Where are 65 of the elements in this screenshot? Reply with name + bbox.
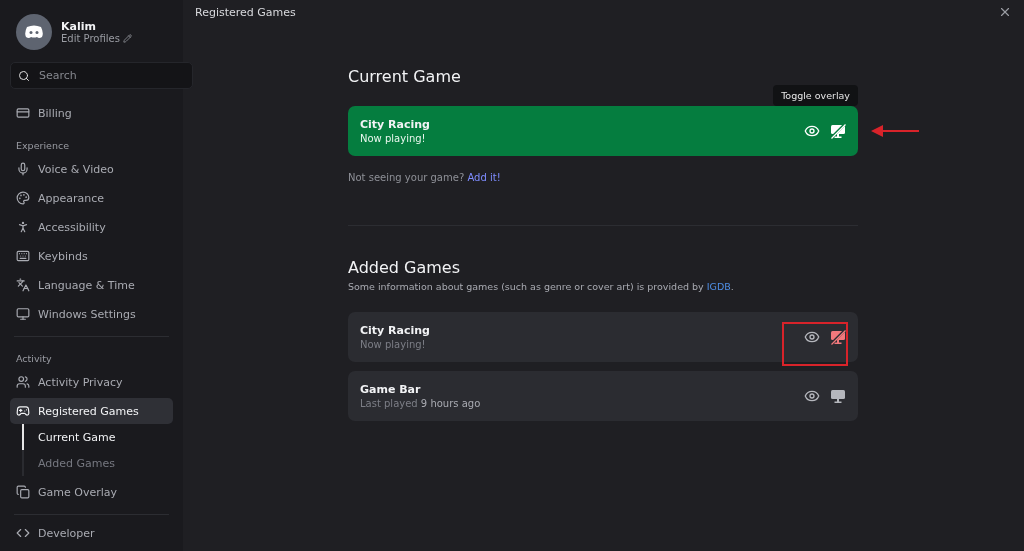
sidebar-item-label: Windows Settings [38, 307, 136, 321]
section-heading: Current Game [348, 67, 462, 86]
game-name: City Racing [360, 118, 430, 131]
gamepad-icon [16, 404, 30, 418]
sidebar-item[interactable]: Windows Settings [10, 301, 173, 327]
sidebar-item[interactable]: Language & Time [10, 272, 173, 298]
sidebar-item[interactable]: Game Overlay [10, 479, 173, 505]
sidebar-item-label: Language & Time [38, 278, 135, 292]
profile-name: Kalim [61, 20, 97, 33]
person-icon [16, 220, 30, 234]
keyboard-icon [16, 249, 30, 263]
avatar[interactable] [16, 14, 52, 50]
edit-profiles-link[interactable]: Edit Profiles [61, 33, 120, 44]
game-name: City Racing [360, 324, 430, 337]
eye-icon[interactable] [804, 388, 820, 404]
game-status: Last played 9 hours ago [360, 398, 481, 409]
close-icon[interactable] [998, 5, 1012, 19]
page-title: Registered Games [195, 5, 296, 19]
pencil-icon [122, 34, 132, 43]
tooltip: Toggle overlay [773, 85, 858, 106]
game-name: Game Bar [360, 383, 422, 396]
sidebar-item[interactable]: Activity Privacy [10, 369, 173, 395]
avatar-icon [24, 25, 44, 39]
sidebar-item-label: Appearance [38, 191, 105, 205]
translate-icon [16, 278, 30, 292]
search-icon [18, 70, 30, 82]
sidebar-subitem[interactable]: Current Game [22, 424, 173, 450]
sidebar-item-label: Voice & Video [38, 162, 114, 176]
search-field[interactable]: Search [10, 62, 193, 89]
sidebar-subitem[interactable]: Added Games [22, 450, 173, 476]
monitor-icon[interactable] [830, 388, 846, 404]
add-it-link[interactable]: Add it! [467, 172, 501, 183]
sidebar-item[interactable]: Developer [10, 520, 173, 546]
eye-icon[interactable] [804, 329, 820, 345]
section-heading: Added Games [348, 258, 462, 277]
sidebar-item[interactable]: Registered Games [10, 398, 173, 424]
section-header: Experience [15, 139, 70, 153]
info-text: Some information about games (such as genre or cover art) is provided by IGDB. [348, 281, 735, 292]
sidebar-item-label: Accessibility [38, 220, 106, 234]
sidebar-item[interactable]: Billing [10, 100, 173, 126]
sidebar-item-label: Developer [38, 526, 95, 540]
card-icon [16, 106, 30, 120]
help-text: Not seeing your game? Add it! [348, 172, 502, 183]
palette-icon [16, 191, 30, 205]
section-header: Activity [15, 352, 53, 366]
microphone-icon [16, 162, 30, 176]
sidebar-item-label: Keybinds [38, 249, 88, 263]
igdb-link[interactable]: IGDB [706, 281, 731, 292]
sidebar-item-label: Registered Games [38, 404, 139, 418]
sidebar-item[interactable]: Keybinds [10, 243, 173, 269]
sidebar-item-label: Game Overlay [38, 485, 117, 499]
sidebar-item-label: Billing [38, 106, 72, 120]
monitor-icon [16, 307, 30, 321]
sidebar-item-label: Activity Privacy [38, 375, 123, 389]
code-icon [16, 526, 30, 540]
eye-icon[interactable] [804, 123, 820, 139]
sidebar-item[interactable]: Voice & Video [10, 156, 173, 182]
game-status: Now playing! [360, 339, 427, 350]
game-status: Now playing! [360, 133, 427, 144]
sidebar-item[interactable]: Appearance [10, 185, 173, 211]
sidebar-item[interactable]: Accessibility [10, 214, 173, 240]
monitor-off-icon[interactable] [830, 329, 846, 345]
copy-icon [16, 485, 30, 499]
people-icon [16, 375, 30, 389]
monitor-off-icon[interactable] [830, 123, 846, 139]
